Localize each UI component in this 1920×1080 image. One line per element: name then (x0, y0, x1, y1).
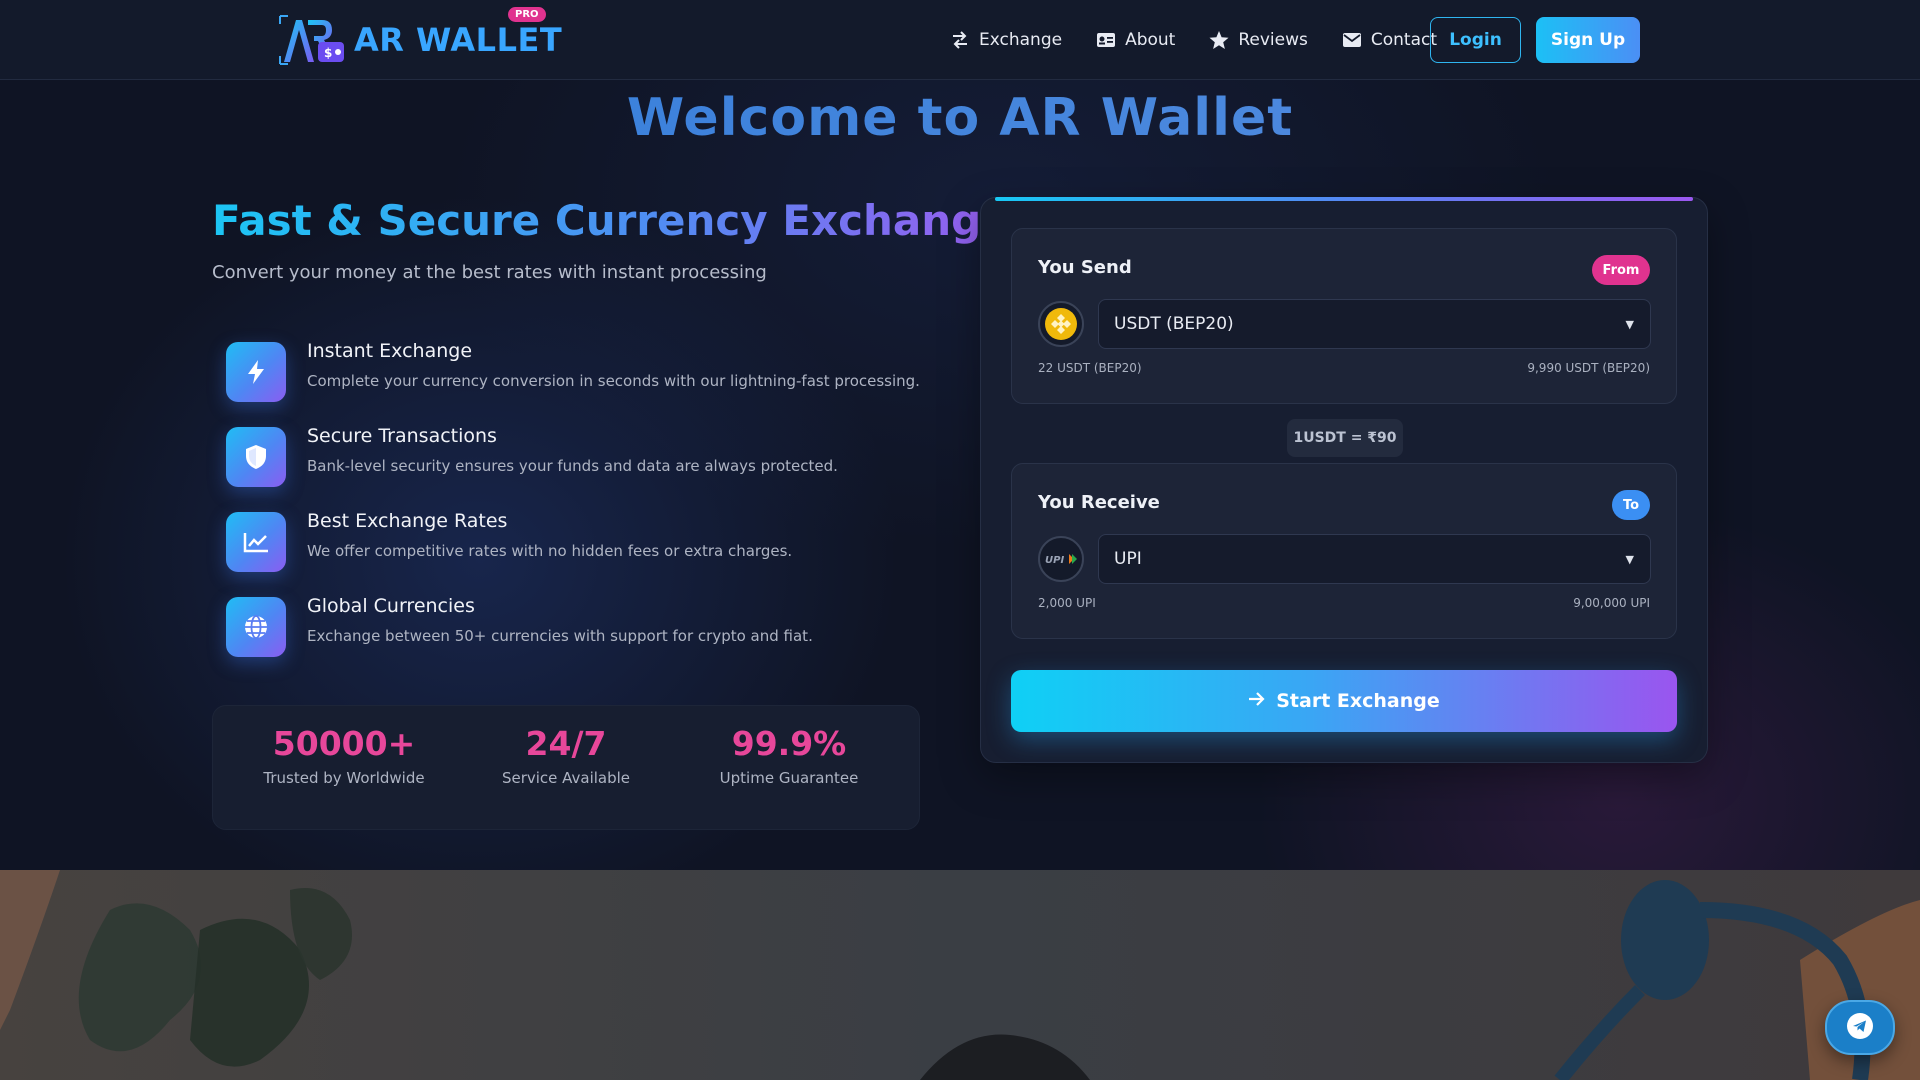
caret-down-icon: ▼ (1625, 317, 1634, 331)
receive-min-limit: 2,000 UPI (1038, 596, 1096, 610)
ar-wallet-logo-icon: $ (278, 14, 348, 66)
nav-link-exchange[interactable]: Exchange (950, 30, 1062, 50)
feature-list: Instant Exchange Complete your currency … (226, 336, 926, 676)
receive-currency-select[interactable]: UPI ▼ (1098, 534, 1651, 584)
start-exchange-button[interactable]: Start Exchange (1011, 670, 1677, 732)
stat-item: 24/7 Service Available (466, 724, 666, 787)
stat-item: 50000+ Trusted by Worldwide (244, 724, 444, 787)
stat-value: 99.9% (731, 724, 847, 763)
feature-item: Secure Transactions Bank-level security … (226, 421, 926, 506)
feature-item: Global Currencies Exchange between 50+ c… (226, 591, 926, 676)
card-accent-bar (995, 197, 1693, 201)
stat-label: Service Available (501, 769, 631, 787)
brand-name: AR WALLET (354, 21, 563, 59)
send-currency-value: USDT (BEP20) (1114, 314, 1234, 334)
arrow-right-icon (1248, 690, 1266, 712)
stat-value: 24/7 (525, 724, 607, 763)
login-button[interactable]: Login (1430, 17, 1521, 63)
hero-subtitle: Convert your money at the best rates wit… (212, 262, 767, 283)
start-exchange-label: Start Exchange (1276, 690, 1440, 712)
exchange-rate-badge: 1USDT = ₹90 (1287, 419, 1403, 457)
exchange-card: You Send From USDT (BEP20) ▼ 22 USDT (BE… (980, 197, 1708, 763)
hero-title: Fast & Secure Currency Exchange (212, 196, 1010, 245)
signup-button[interactable]: Sign Up (1536, 17, 1640, 63)
welcome-heading: Welcome to AR Wallet (0, 88, 1920, 148)
feature-item: Best Exchange Rates We offer competitive… (226, 506, 926, 591)
nav-link-about[interactable]: About (1096, 30, 1175, 50)
to-badge: To (1612, 490, 1650, 520)
send-panel: You Send From USDT (BEP20) ▼ 22 USDT (BE… (1011, 228, 1677, 404)
chart-line-icon (226, 512, 286, 572)
receive-currency-value: UPI (1114, 549, 1142, 569)
receive-max-limit: 9,00,000 UPI (1573, 596, 1650, 610)
send-max-limit: 9,990 USDT (BEP20) (1527, 361, 1650, 375)
caret-down-icon: ▼ (1625, 552, 1634, 566)
stat-label: Uptime Guarantee (719, 769, 859, 787)
nav-link-reviews[interactable]: Reviews (1209, 30, 1308, 50)
bnb-coin-icon (1038, 301, 1084, 347)
send-title: You Send (1038, 257, 1132, 278)
stats-panel: 50000+ Trusted by Worldwide 24/7 Service… (212, 705, 920, 830)
nav-link-label: Exchange (979, 30, 1063, 50)
stat-item: 99.9% Uptime Guarantee (689, 724, 889, 787)
nav-link-label: About (1125, 30, 1176, 50)
pro-badge: PRO (508, 7, 546, 22)
bolt-icon (226, 342, 286, 402)
navbar: $ AR WALLET PRO Exchange About Reviews C… (0, 0, 1920, 80)
telegram-button[interactable] (1825, 1000, 1895, 1055)
feature-title: Global Currencies (307, 595, 475, 617)
nav-link-label: Contact (1370, 30, 1437, 50)
feature-desc: We offer competitive rates with no hidde… (307, 542, 793, 560)
stat-label: Trusted by Worldwide (263, 769, 425, 787)
svg-text:UPI: UPI (1045, 555, 1064, 566)
envelope-icon (1342, 30, 1362, 50)
send-currency-select[interactable]: USDT (BEP20) ▼ (1098, 299, 1651, 349)
feature-desc: Bank-level security ensures your funds a… (307, 457, 838, 475)
feature-title: Secure Transactions (307, 425, 497, 447)
id-card-icon (1096, 30, 1116, 50)
stat-value: 50000+ (272, 724, 416, 763)
feature-title: Best Exchange Rates (307, 510, 508, 532)
feature-item: Instant Exchange Complete your currency … (226, 336, 926, 421)
shield-icon (226, 427, 286, 487)
feature-title: Instant Exchange (307, 340, 473, 362)
feature-desc: Complete your currency conversion in sec… (307, 372, 920, 390)
nav-links: Exchange About Reviews Contact (950, 0, 1437, 80)
upi-logo-icon: UPI (1038, 536, 1084, 582)
receive-title: You Receive (1038, 492, 1160, 513)
nav-link-contact[interactable]: Contact (1342, 30, 1437, 50)
globe-icon (226, 597, 286, 657)
receive-panel: You Receive To UPI UPI ▼ 2,000 UPI 9,00,… (1011, 463, 1677, 639)
feature-desc: Exchange between 50+ currencies with sup… (307, 627, 813, 645)
from-badge: From (1592, 255, 1650, 285)
svg-text:$: $ (324, 46, 332, 60)
star-icon (1209, 30, 1229, 50)
exchange-icon (950, 30, 970, 50)
nav-link-label: Reviews (1238, 30, 1308, 50)
hero-photo-section (0, 870, 1920, 1080)
background-photo (0, 870, 1920, 1080)
send-min-limit: 22 USDT (BEP20) (1038, 361, 1142, 375)
telegram-icon (1846, 1012, 1874, 1044)
